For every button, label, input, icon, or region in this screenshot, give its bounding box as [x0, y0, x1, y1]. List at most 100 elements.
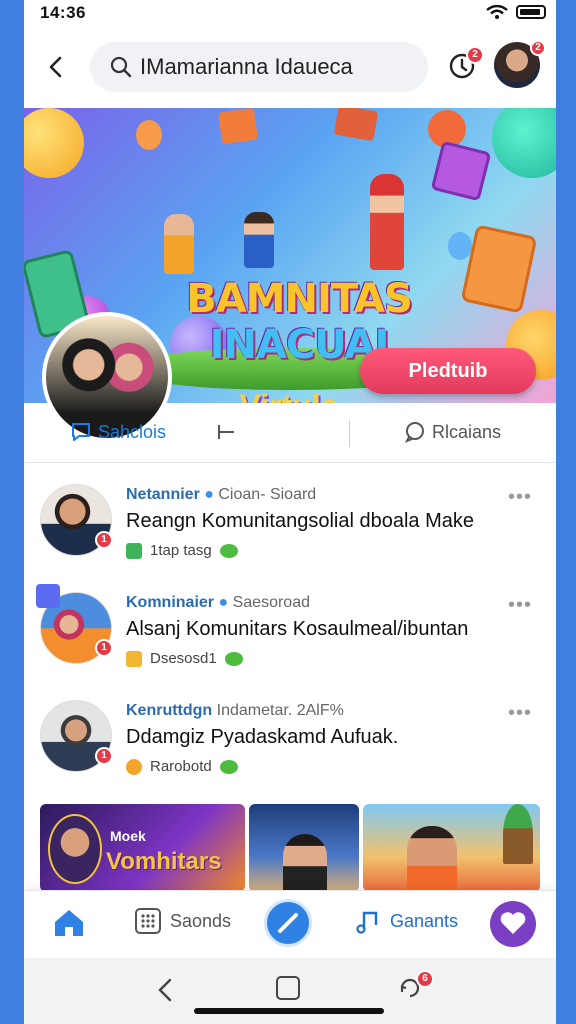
- compose-button[interactable]: [264, 899, 312, 947]
- feed-post[interactable]: 1 Kenruttdgn Indametar. 2AlF% ••• Ddamgi…: [24, 700, 556, 808]
- tab-label: Sahclois: [98, 421, 167, 442]
- nav-label: Ganants: [390, 910, 459, 931]
- thumbnail-card[interactable]: [249, 804, 359, 892]
- heart-icon: [500, 912, 526, 934]
- grid-icon: [135, 908, 161, 934]
- system-home-icon[interactable]: [276, 976, 300, 1000]
- thumbs-up-icon: [126, 650, 142, 667]
- chat-bubble-icon: [72, 423, 90, 441]
- notification-button[interactable]: 2: [444, 46, 484, 84]
- notification-badge: 2: [466, 46, 484, 64]
- game-tablet-icon: [460, 224, 538, 314]
- play-button[interactable]: Pledtuib: [360, 348, 536, 394]
- post-text: Ddamgiz Pyadaskamd Aufuak.: [126, 726, 399, 748]
- post-meta: Indametar. 2AlF%: [216, 702, 344, 719]
- status-bar: 14:36: [24, 0, 556, 28]
- post-avatar[interactable]: 1: [40, 484, 113, 556]
- list-icon: [218, 425, 234, 439]
- post-avatar[interactable]: 1: [40, 700, 113, 772]
- thumbnail-label: Moek: [110, 828, 146, 844]
- post-meta: Saesoroad: [232, 594, 310, 611]
- thumbnail-card[interactable]: Moek Vomhitars: [40, 804, 246, 892]
- character-left: [164, 214, 194, 274]
- post-badge: 1: [95, 531, 113, 549]
- search-bar[interactable]: IMamarianna Idaueca: [90, 42, 428, 92]
- comment-icon: [404, 422, 424, 443]
- post-text: Alsanj Komunitars Kosaulmeal/ibuntan: [126, 618, 469, 640]
- character-thumb: [48, 814, 102, 884]
- thumbnail-strip: Moek Vomhitars: [40, 804, 540, 892]
- balloon-decoration: [24, 108, 84, 178]
- post-author[interactable]: Komninaier ● Saesoroad: [126, 594, 310, 612]
- girl-thumb: [283, 834, 328, 892]
- tab-rlcaians[interactable]: Rlcaians: [404, 421, 501, 443]
- image-icon: [126, 542, 142, 559]
- system-back-icon[interactable]: [154, 976, 178, 1004]
- post-meta: Cioan- Sioard: [218, 486, 317, 503]
- nav-ganants[interactable]: Ganants: [354, 907, 458, 935]
- favorites-button[interactable]: [490, 901, 536, 947]
- balloon-decoration: [492, 108, 556, 178]
- profile-avatar[interactable]: 2: [494, 40, 546, 88]
- feed-post[interactable]: 1 Netannier ● Cioan- Sioard ••• Reangn K…: [24, 484, 556, 592]
- puzzle-tile-icon: [430, 140, 492, 202]
- post-text: Reangn Komunitangsolial dboala Make: [126, 510, 475, 532]
- header: IMamarianna Idaueca 2 2: [24, 38, 556, 96]
- system-navigation-bar: 6: [24, 958, 556, 1024]
- home-icon: [55, 910, 83, 936]
- music-note-icon: [356, 911, 378, 934]
- wifi-icon: [486, 5, 508, 19]
- system-badge: 6: [416, 970, 434, 988]
- tab-bar: Sahclois Rlcaians: [24, 403, 556, 463]
- author-name: Kenruttdgn: [126, 702, 213, 719]
- author-name: Netannier: [126, 486, 200, 503]
- post-author[interactable]: Kenruttdgn Indametar. 2AlF%: [126, 702, 344, 720]
- leaf-icon[interactable]: [219, 759, 238, 774]
- post-sub-text: Rarobotd: [150, 758, 212, 775]
- more-options-icon[interactable]: •••: [508, 702, 532, 725]
- verified-icon: ●: [204, 486, 214, 503]
- post-footer: 1tap tasg: [126, 542, 238, 559]
- tab-sahclois[interactable]: Sahclois: [70, 421, 166, 443]
- tab-middle[interactable]: [216, 421, 244, 443]
- character-right: [370, 174, 404, 270]
- bottom-navigation: Saonds Ganants: [24, 890, 556, 958]
- post-author[interactable]: Netannier ● Cioan- Sioard: [126, 486, 316, 504]
- banner-subtitle: Virtuls: [204, 388, 374, 403]
- character-middle: [244, 212, 274, 268]
- gift-box-icon: [217, 108, 259, 145]
- pencil-icon: [278, 913, 298, 933]
- post-sub-text: Dsesosd1: [150, 650, 217, 667]
- status-icons: [486, 5, 546, 19]
- leaf-icon[interactable]: [224, 651, 243, 666]
- app-screen: 14:36 IMamarianna Idaueca 2 2 BAMNITAS I…: [24, 0, 556, 1024]
- search-icon: [110, 56, 132, 78]
- thumbnail-title: Vomhitars: [106, 848, 222, 875]
- verified-icon: ●: [218, 594, 229, 611]
- status-time: 14:36: [40, 3, 86, 22]
- more-options-icon[interactable]: •••: [508, 594, 532, 617]
- profile-badge: 2: [530, 40, 546, 56]
- nav-home[interactable]: [52, 907, 86, 939]
- boy-thumb: [406, 826, 457, 892]
- battery-icon: [516, 5, 546, 19]
- home-indicator[interactable]: [194, 1008, 384, 1014]
- back-arrow-icon[interactable]: [42, 52, 72, 82]
- more-options-icon[interactable]: •••: [508, 486, 532, 509]
- post-badge: 1: [95, 747, 113, 765]
- book-icon: [333, 108, 379, 142]
- nav-label: Saonds: [170, 910, 232, 931]
- search-input[interactable]: IMamarianna Idaueca: [140, 54, 353, 80]
- author-name: Komninaier: [126, 594, 215, 611]
- thumbnail-card[interactable]: [362, 804, 540, 892]
- post-footer: Rarobotd: [126, 758, 238, 775]
- palm-tree-thumb: [502, 804, 533, 864]
- nav-saonds[interactable]: Saonds: [134, 907, 231, 935]
- banner-title-line1: BAMNITAS: [186, 276, 413, 322]
- post-badge: 1: [95, 639, 113, 657]
- leaf-icon[interactable]: [219, 543, 238, 558]
- bookmark-icon: [36, 584, 60, 608]
- feed-post[interactable]: 1 Komninaier ● Saesoroad ••• Alsanj Komu…: [24, 584, 556, 700]
- balloon-decoration: [136, 120, 162, 150]
- tab-divider: [349, 421, 350, 447]
